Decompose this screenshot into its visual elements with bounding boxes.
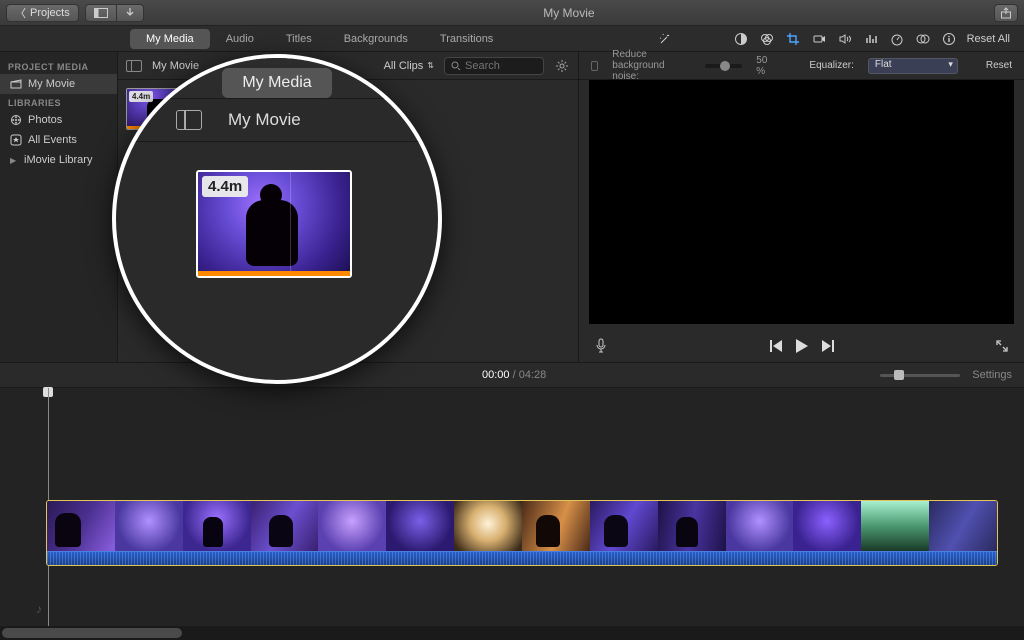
- hide-browser-button[interactable]: [85, 4, 117, 22]
- stabilization-icon[interactable]: [811, 31, 827, 47]
- voiceover-mic-icon[interactable]: [593, 338, 609, 354]
- sidebar-item-label: Photos: [28, 114, 62, 126]
- color-balance-icon[interactable]: [733, 31, 749, 47]
- crop-icon[interactable]: [785, 31, 801, 47]
- slider-knob[interactable]: [720, 61, 730, 71]
- timeline-header: 00:00 / 04:28 Settings: [0, 362, 1024, 388]
- timecode: 00:00 / 04:28: [482, 369, 546, 381]
- timecode-total: 04:28: [519, 369, 547, 381]
- equalizer-select[interactable]: Flat: [868, 58, 958, 74]
- sidebar-header-project-media: PROJECT MEDIA: [0, 58, 117, 74]
- media-tabs-bar: My Media Audio Titles Backgrounds Transi…: [0, 26, 1024, 52]
- equalizer-label: Equalizer:: [809, 60, 853, 71]
- tab-backgrounds[interactable]: Backgrounds: [328, 29, 424, 49]
- audio-waveform: [47, 551, 997, 565]
- tab-transitions[interactable]: Transitions: [424, 29, 509, 49]
- timeline-clip[interactable]: [46, 500, 998, 566]
- play-button[interactable]: [796, 339, 808, 353]
- reduce-noise-label: Reduce background noise:: [612, 49, 691, 82]
- sidebar: PROJECT MEDIA My Movie LIBRARIES Photos …: [0, 52, 118, 362]
- music-track-icon: ♪: [36, 602, 42, 616]
- timeline[interactable]: ♪: [0, 388, 1024, 640]
- noise-value: 50 %: [756, 55, 771, 77]
- prev-button[interactable]: [769, 340, 782, 352]
- share-icon: [1000, 7, 1012, 19]
- timeline-settings-button[interactable]: Settings: [972, 369, 1012, 381]
- next-button[interactable]: [822, 340, 835, 352]
- sidebar-item-all-events[interactable]: All Events: [0, 130, 117, 150]
- noise-slider[interactable]: [705, 64, 742, 68]
- horizontal-scrollbar[interactable]: [0, 626, 1024, 640]
- audio-adjust-bar: Reduce background noise: 50 % Equalizer:…: [579, 52, 1024, 80]
- reset-button[interactable]: Reset: [986, 60, 1012, 71]
- window-title: My Movie: [144, 6, 994, 20]
- sidebar-item-photos[interactable]: Photos: [0, 110, 117, 130]
- sidebar-item-my-movie[interactable]: My Movie: [0, 74, 117, 94]
- import-button[interactable]: [117, 4, 144, 22]
- color-correction-icon[interactable]: [759, 31, 775, 47]
- title-bar: 〈Projects My Movie: [0, 0, 1024, 26]
- info-icon[interactable]: [941, 31, 957, 47]
- clapper-icon: [10, 78, 22, 90]
- tab-audio[interactable]: Audio: [210, 29, 270, 49]
- filmstrip: [47, 501, 997, 551]
- sidebar-item-label: iMovie Library: [24, 154, 92, 166]
- zoom-slider[interactable]: [880, 374, 960, 377]
- tab-titles[interactable]: Titles: [270, 29, 328, 49]
- fullscreen-icon[interactable]: [994, 338, 1010, 354]
- callout-clip-thumbnail: 4.4m: [196, 170, 352, 278]
- timecode-current: 00:00: [482, 369, 510, 381]
- disclosure-triangle-icon: ▶: [10, 156, 18, 165]
- callout-magnifier: My Media My Movie 4.4m: [112, 54, 442, 384]
- share-button[interactable]: [994, 4, 1018, 22]
- sidebar-item-imovie-library[interactable]: ▶ iMovie Library: [0, 150, 117, 170]
- viewer-canvas: [589, 80, 1014, 324]
- zoom-knob[interactable]: [894, 370, 904, 380]
- clip-filter-icon[interactable]: [915, 31, 931, 47]
- sidebar-item-label: My Movie: [28, 78, 75, 90]
- callout-tab-my-media: My Media: [222, 68, 331, 98]
- viewer-panel: Reduce background noise: 50 % Equalizer:…: [578, 52, 1024, 362]
- callout-clip-duration-badge: 4.4m: [202, 176, 248, 197]
- projects-back-button[interactable]: 〈Projects: [6, 4, 79, 22]
- star-icon: [10, 134, 22, 146]
- enhance-icon[interactable]: [657, 31, 673, 47]
- callout-filmstrip-view-icon: [176, 110, 202, 130]
- search-input-wrap[interactable]: [444, 57, 544, 75]
- reset-all-button[interactable]: Reset All: [967, 33, 1010, 45]
- reduce-noise-checkbox[interactable]: [591, 61, 598, 71]
- gear-icon[interactable]: [554, 58, 570, 74]
- noise-eq-icon[interactable]: [863, 31, 879, 47]
- transport-bar: [579, 330, 1024, 362]
- speed-icon[interactable]: [889, 31, 905, 47]
- volume-icon[interactable]: [837, 31, 853, 47]
- photos-icon: [10, 114, 22, 126]
- sidebar-header-libraries: LIBRARIES: [0, 94, 117, 110]
- search-icon: [451, 61, 461, 71]
- sidebar-item-label: All Events: [28, 134, 77, 146]
- search-input[interactable]: [465, 60, 525, 72]
- scrollbar-thumb[interactable]: [2, 628, 182, 638]
- view-toggle-segment: [85, 4, 144, 22]
- tab-my-media[interactable]: My Media: [130, 29, 210, 49]
- callout-browser-title: My Movie: [228, 110, 301, 130]
- projects-label: Projects: [30, 7, 70, 19]
